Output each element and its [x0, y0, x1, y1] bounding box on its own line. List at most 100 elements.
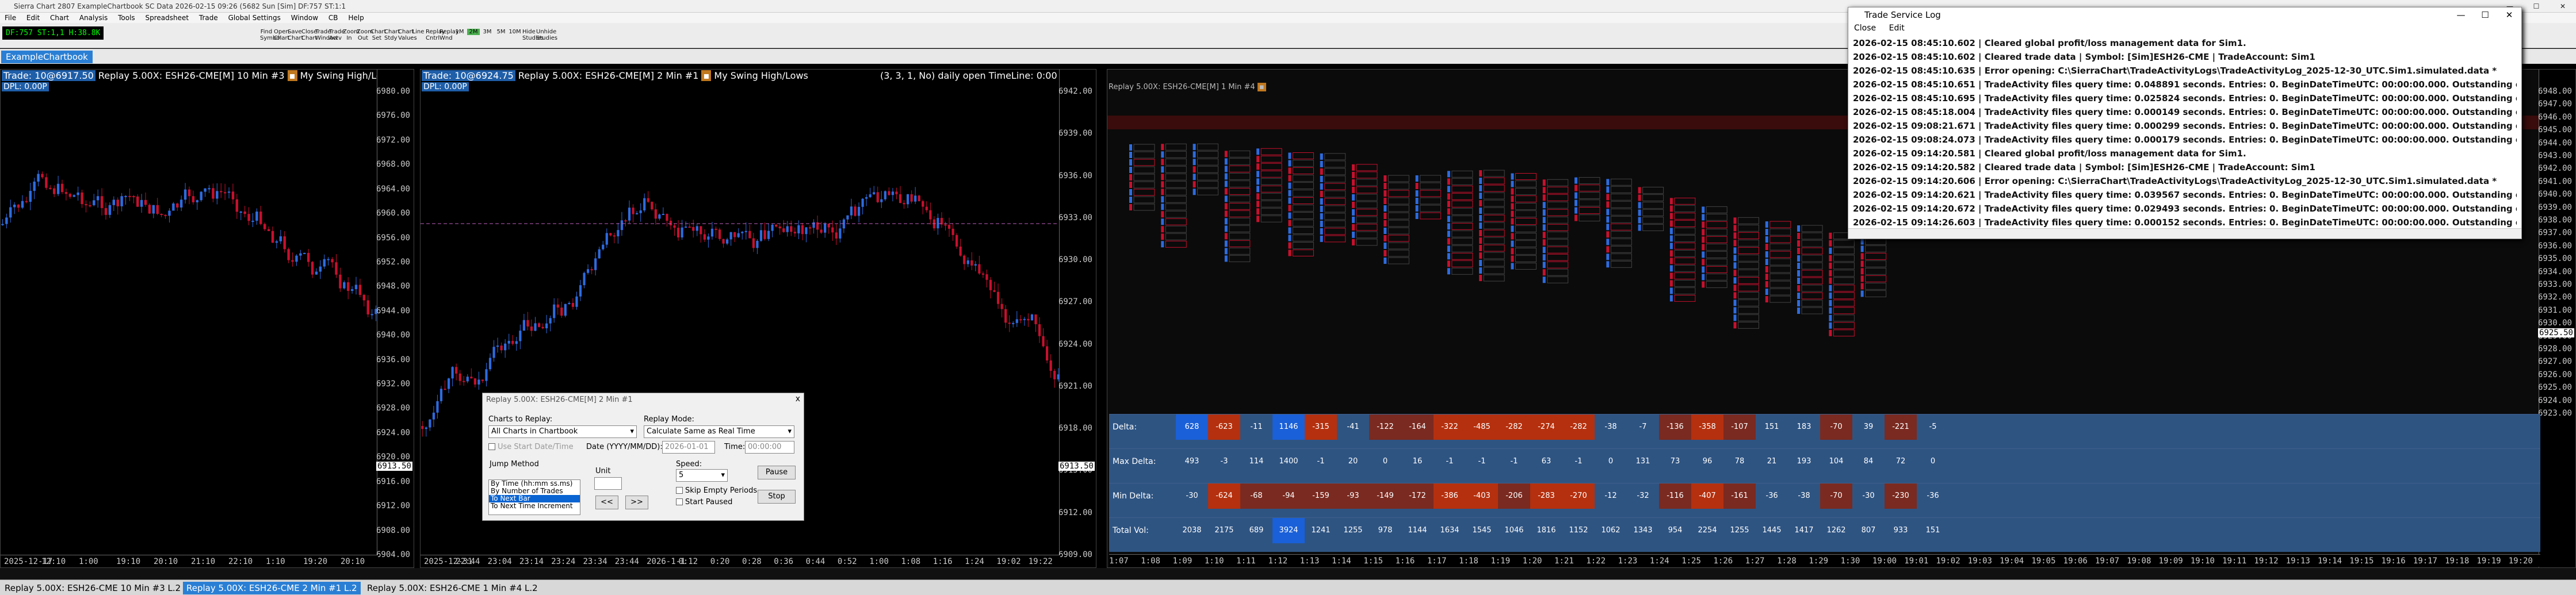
price-axis[interactable]: 6948.00 6947.00 6946.00 6945.00 6944.00 6943.… [2537, 70, 2575, 567]
toolbar-button-trade-actv[interactable]: Trade Actv [329, 29, 345, 41]
footprint-bar [1447, 253, 1450, 260]
footprint-cell [1801, 225, 1823, 232]
chartbook-tab[interactable]: ExampleChartbook [1, 51, 93, 63]
speed-input[interactable]: 5 ▾ [676, 469, 728, 482]
unit-input[interactable] [594, 477, 622, 490]
replay-mode-select[interactable]: Calculate Same as Real Time ▾ [644, 425, 794, 438]
numbers-cell: 84 [1863, 457, 1874, 466]
price-tick-label: 6936.00 [1058, 171, 1092, 181]
toolbar-button-zoom-in[interactable]: Zoom In [343, 29, 360, 41]
footprint-cell [1229, 217, 1251, 225]
price-tick-label: 6964.00 [376, 184, 410, 194]
footprint-cell [1260, 200, 1282, 208]
window-tab-2min[interactable]: Replay 5.00X: ESH26-CME 2 Min #1 L.2 [183, 582, 361, 594]
time-axis[interactable]: 2025-12-17 12:10 1:00 19:10 20:10 21:10 22:10 1… [1, 555, 378, 567]
toolbar-button-3m[interactable]: 3M [481, 29, 494, 35]
toolbar-button-hide-studies[interactable]: Hide Studies [522, 29, 544, 41]
time-tick-label: 1:08 [1141, 556, 1160, 566]
start-paused-checkbox[interactable]: Start Paused [676, 498, 732, 506]
candle-body [485, 369, 488, 381]
toolbar-button-chart-set[interactable]: Chart Set [370, 29, 386, 41]
footprint-cell [1610, 223, 1632, 231]
numbers-cell: 16 [1412, 457, 1423, 466]
toolbar-button-replay-cntrl[interactable]: Replay Cntrl [426, 29, 445, 41]
footprint-bar [1606, 216, 1610, 223]
numbers-cell: -5 [1929, 423, 1937, 431]
maximize-icon[interactable]: ☐ [2473, 7, 2497, 22]
chart-10min-canvas[interactable] [1, 70, 378, 556]
candle-body [710, 228, 714, 237]
chart-10min[interactable]: Trade: 10@6917.50 Replay 5.00X: ESH26-CM… [0, 69, 414, 568]
date-input[interactable]: 2026-01-01 [662, 441, 715, 454]
price-tick-label: 6920.00 [376, 452, 410, 462]
menu-trade[interactable]: Trade [199, 14, 218, 22]
toolbar-button-find-symbol[interactable]: Find Symbol [260, 29, 281, 41]
toolbar-button-5m[interactable]: 5M [495, 29, 507, 35]
time-label: Time: [724, 443, 746, 451]
dialog-close-button[interactable]: x [796, 394, 800, 404]
jump-option[interactable]: To Next Time Increment [489, 502, 580, 510]
footprint-bar [1256, 208, 1260, 215]
menu-spreadsheet[interactable]: Spreadsheet [145, 14, 189, 22]
jump-method-list[interactable]: By Time (hh:mm ss.ms) By Number of Trade… [488, 479, 580, 515]
jump-back-button[interactable]: << [595, 496, 618, 509]
menu-chart[interactable]: Chart [50, 14, 69, 22]
price-axis[interactable]: 6942.00 6939.00 6936.00 6933.00 6930.00 6927.… [1058, 70, 1096, 567]
toolbar-button-zoom-out[interactable]: Zoom Out [357, 29, 373, 41]
toolbar-button-2m[interactable]: 2M [467, 29, 480, 35]
footprint-cell [1769, 288, 1791, 295]
footprint-bar [1638, 194, 1641, 201]
candle-body [944, 224, 947, 226]
window-tab-10min[interactable]: Replay 5.00X: ESH26-CME 10 Min #3 L.2 [1, 582, 185, 594]
time-input[interactable]: 00:00:00 [745, 441, 794, 454]
toolbar-button-replay-wnd[interactable]: Replay Wnd [439, 29, 459, 41]
use-start-date-checkbox[interactable]: Use Start Date/Time [488, 443, 574, 451]
toolbar-button-trade-window[interactable]: Trade Window [315, 29, 338, 41]
minimize-icon[interactable]: — [2449, 7, 2473, 22]
toolbar-button-save-chart[interactable]: Save Chart [288, 29, 303, 41]
log-menu-close[interactable]: Close [1854, 24, 1876, 33]
charts-to-replay-select[interactable]: All Charts in Chartbook ▾ [488, 425, 637, 438]
menu-edit[interactable]: Edit [26, 14, 40, 22]
numbers-cell: 72 [1895, 457, 1906, 466]
toolbar-button-open-chart[interactable]: Open Chart [274, 29, 289, 41]
skip-empty-checkbox[interactable]: Skip Empty Periods [676, 486, 757, 495]
numbers-cell: -358 [1691, 414, 1723, 440]
toolbar-button-close-chart[interactable]: Close Chart [301, 29, 317, 41]
numbers-cell: 2254 [1698, 526, 1717, 535]
footprint-bar [1511, 173, 1514, 180]
price-tick-label: 6918.00 [1058, 424, 1092, 433]
toolbar-button-unhide-studies[interactable]: Unhide Studies [536, 29, 557, 41]
menu-analysis[interactable]: Analysis [79, 14, 108, 22]
window-tab-1min[interactable]: Replay 5.00X: ESH26-CME 1 Min #4 L.2 [364, 582, 541, 594]
time-tick-label: 19:11 [2222, 556, 2247, 566]
candle-body [335, 262, 338, 275]
log-horizontal-scrollbar[interactable] [1848, 228, 2521, 239]
menu-tools[interactable]: Tools [118, 14, 135, 22]
candle-body [752, 238, 755, 248]
pause-button[interactable]: Pause [758, 466, 796, 479]
log-menu-edit[interactable]: Edit [1889, 24, 1905, 33]
candle-body [231, 191, 235, 199]
close-icon[interactable]: ✕ [2550, 0, 2576, 13]
close-icon[interactable]: ✕ [2497, 7, 2521, 22]
time-axis[interactable]: 2025-12-31 22:44 23:04 23:14 23:24 23:34 23:44… [421, 555, 1060, 567]
time-tick-label: 0:36 [774, 557, 794, 566]
maximize-icon[interactable]: ☐ [2523, 0, 2550, 13]
toolbar-button-10m[interactable]: 10M [509, 29, 521, 35]
price-axis[interactable]: 6980.00 6976.00 6972.00 6968.00 6964.00 6960.… [376, 70, 414, 567]
menu-cb[interactable]: CB [328, 14, 338, 22]
stop-button[interactable]: Stop [758, 490, 796, 504]
toolbar-button-line[interactable]: Line [412, 29, 425, 35]
jump-forward-button[interactable]: >> [625, 496, 648, 509]
numbers-cell: -1 [1317, 457, 1325, 466]
toolbar-button-chart-values[interactable]: Chart Values [398, 29, 417, 41]
menu-window[interactable]: Window [291, 14, 318, 22]
time-axis[interactable]: 1:07 1:08 1:09 1:10 1:11 1:12 1:13 1:14 1:15 1:16… [1109, 554, 2540, 567]
toolbar-button-chart-stdy[interactable]: Chart Stdy [384, 29, 400, 41]
study-params: (3, 3, 1, No) daily open TimeLine: 0:00 [880, 70, 1057, 81]
menu-help[interactable]: Help [348, 14, 364, 22]
toolbar-button-1m[interactable]: 1M [453, 29, 466, 35]
menu-global-settings[interactable]: Global Settings [228, 14, 281, 22]
menu-file[interactable]: File [5, 14, 16, 22]
